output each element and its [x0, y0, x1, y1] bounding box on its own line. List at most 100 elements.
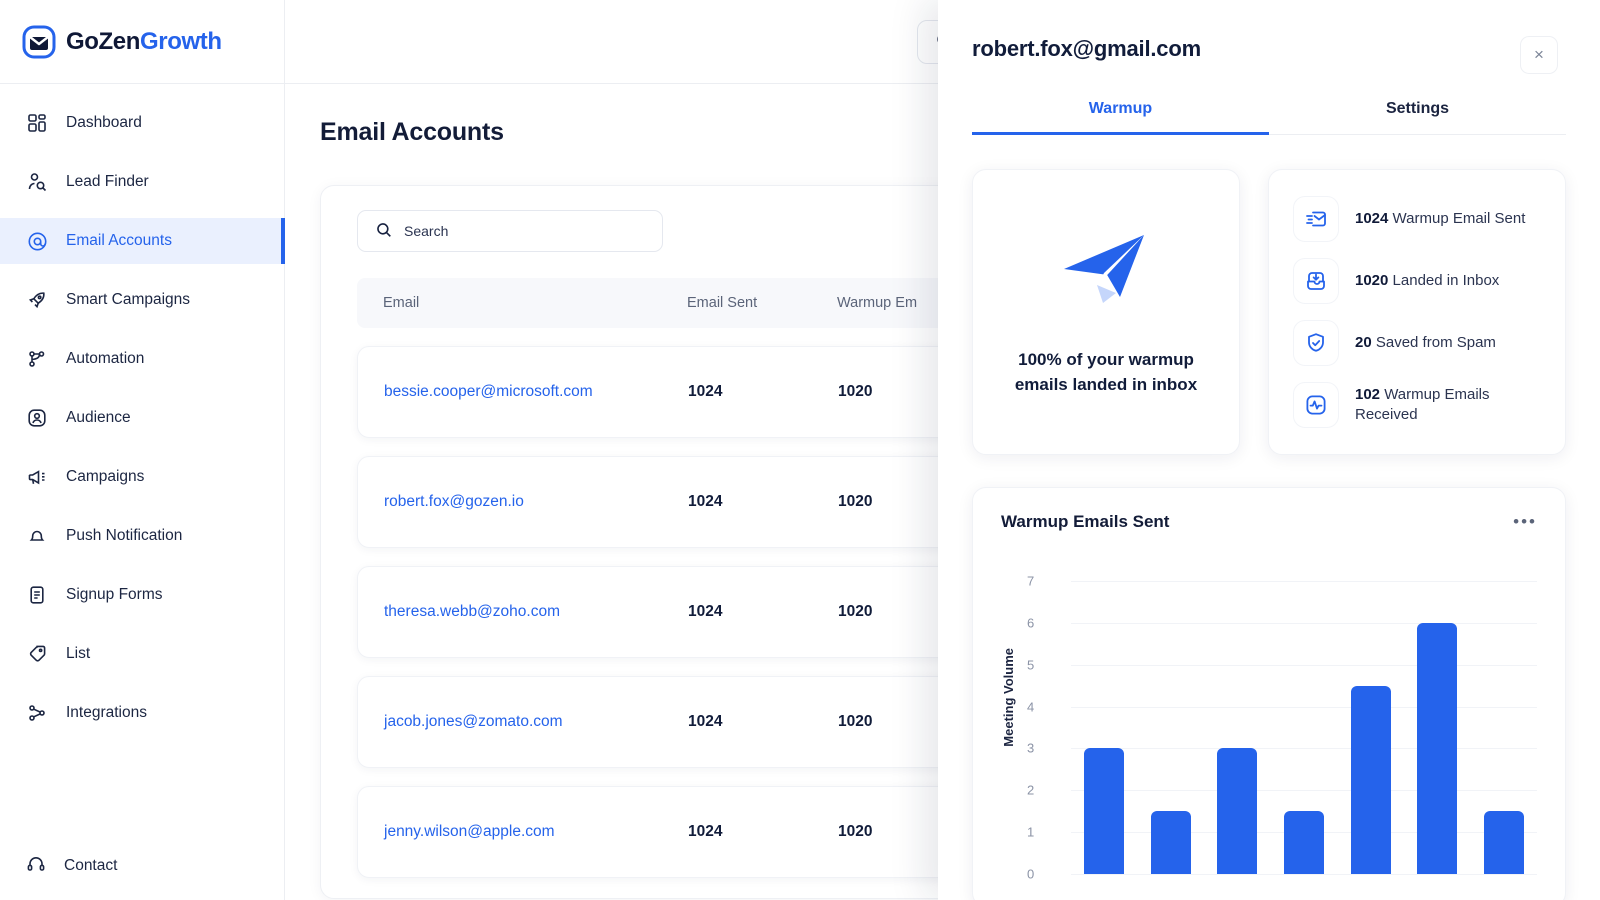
sidebar-item-lead-finder[interactable]: Lead Finder	[0, 159, 284, 205]
chart-y-tick: 7	[1027, 573, 1035, 589]
app-logo[interactable]: GoZenGrowth	[0, 0, 284, 84]
at-sign-icon	[26, 230, 48, 252]
chart-y-tick: 3	[1027, 740, 1035, 756]
sidebar-item-dashboard[interactable]: Dashboard	[0, 100, 284, 146]
chart-y-tick: 4	[1027, 699, 1035, 715]
sidebar-item-label: Audience	[66, 409, 131, 426]
sidebar-item-campaigns[interactable]: Campaigns	[0, 454, 284, 500]
cell-email-sent: 1024	[688, 823, 723, 840]
bell-icon	[26, 525, 48, 547]
cell-email-sent: 1024	[688, 603, 723, 620]
chart-bar[interactable]	[1417, 622, 1458, 874]
drawer-title: robert.fox@gmail.com	[972, 36, 1201, 61]
chart-gridline	[1071, 874, 1537, 875]
stat-value: 20	[1355, 333, 1372, 351]
inbox-rate-caption: 100% of your warmup emails landed in inb…	[1014, 349, 1198, 394]
logo-text-dark: GoZen	[66, 27, 140, 55]
chart-y-tick: 5	[1027, 657, 1035, 673]
chart-bar[interactable]	[1350, 685, 1391, 874]
sidebar-nav: Dashboard Lead Finder Email Accounts Sma…	[0, 84, 285, 736]
chart-bar-cell	[1470, 556, 1537, 874]
sidebar-item-label: Campaigns	[66, 468, 145, 485]
inbox-download-icon	[1293, 258, 1339, 304]
stat-text: 1024 Warmup Email Sent	[1355, 209, 1525, 229]
gozen-logo-icon	[22, 25, 56, 59]
stat-saved-from-spam: 20 Saved from Spam	[1293, 320, 1545, 366]
search-input[interactable]: Search	[357, 210, 663, 252]
cell-email-sent: 1024	[688, 383, 723, 400]
chart-bar-cell	[1071, 556, 1138, 874]
activity-pulse-icon	[1293, 382, 1339, 428]
chart-bars	[1071, 556, 1537, 874]
column-header-email: Email	[383, 295, 420, 311]
logo-text: GoZenGrowth	[66, 28, 222, 56]
chart-options-icon[interactable]: •••	[1513, 512, 1537, 532]
chart-bar[interactable]	[1150, 811, 1191, 874]
chart-y-tick: 2	[1027, 782, 1035, 798]
cell-email[interactable]: jenny.wilson@apple.com	[358, 823, 688, 841]
megaphone-icon	[26, 466, 48, 488]
chart-bar-cell	[1138, 556, 1205, 874]
sidebar-item-integrations[interactable]: Integrations	[0, 690, 284, 736]
sidebar-item-label: Email Accounts	[66, 232, 172, 249]
chart-y-tick: 0	[1027, 866, 1035, 882]
chart-bar[interactable]	[1084, 748, 1125, 874]
sidebar-item-label: Lead Finder	[66, 173, 149, 190]
paper-plane-icon	[1056, 227, 1156, 318]
search-placeholder: Search	[404, 223, 449, 239]
drawer-header: robert.fox@gmail.com ×	[938, 0, 1600, 74]
sidebar-item-push-notification[interactable]: Push Notification	[0, 513, 284, 559]
rocket-icon	[26, 289, 48, 311]
close-icon[interactable]: ×	[1520, 36, 1558, 74]
inbox-rate-card: 100% of your warmup emails landed in inb…	[972, 169, 1240, 455]
stat-label: Saved from Spam	[1375, 333, 1496, 351]
cell-email[interactable]: bessie.cooper@microsoft.com	[358, 383, 688, 401]
cell-email[interactable]: theresa.webb@zoho.com	[358, 603, 688, 621]
stat-warmup-emails-received: 102 Warmup Emails Received	[1293, 382, 1545, 428]
column-header-email-sent: Email Sent	[687, 295, 758, 311]
headset-icon	[26, 854, 46, 879]
stat-label: Warmup Email Sent	[1392, 209, 1526, 227]
sidebar-item-contact[interactable]: Contact	[0, 846, 284, 886]
tab-settings[interactable]: Settings	[1269, 100, 1566, 134]
drawer-tabs: Warmup Settings	[972, 100, 1566, 135]
stat-text: 1020 Landed in Inbox	[1355, 271, 1499, 291]
chart-title: Warmup Emails Sent	[1001, 512, 1170, 531]
sidebar-item-label: Contact	[64, 857, 118, 874]
user-badge-icon	[26, 407, 48, 429]
sidebar-item-label: Signup Forms	[66, 586, 163, 603]
stat-warmup-email-sent: 1024 Warmup Email Sent	[1293, 196, 1545, 242]
sidebar-item-signup-forms[interactable]: Signup Forms	[0, 572, 284, 618]
tab-warmup[interactable]: Warmup	[972, 100, 1269, 135]
sidebar-item-list[interactable]: List	[0, 631, 284, 677]
dashboard-icon	[26, 112, 48, 134]
user-search-icon	[26, 171, 48, 193]
account-detail-drawer: robert.fox@gmail.com × Warmup Settings 1…	[938, 0, 1600, 900]
sidebar: GoZenGrowth Dashboard Lead Finder Email …	[0, 0, 285, 900]
cell-email[interactable]: jacob.jones@zomato.com	[358, 713, 688, 731]
stat-text: 102 Warmup Emails Received	[1355, 385, 1545, 426]
cell-email[interactable]: robert.fox@gozen.io	[358, 493, 688, 511]
chart-y-axis-label: Meeting Volume	[1001, 648, 1016, 747]
warmup-stats-card: 1024 Warmup Email Sent 1020 Landed in In…	[1268, 169, 1566, 455]
stat-value: 1020	[1355, 271, 1389, 289]
chart-bar[interactable]	[1284, 811, 1325, 874]
sidebar-item-smart-campaigns[interactable]: Smart Campaigns	[0, 277, 284, 323]
stat-value: 1024	[1355, 209, 1389, 227]
stat-landed-in-inbox: 1020 Landed in Inbox	[1293, 258, 1545, 304]
summary-cards: 100% of your warmup emails landed in inb…	[938, 135, 1600, 455]
sidebar-item-email-accounts[interactable]: Email Accounts	[0, 218, 285, 264]
chart-y-tick: 1	[1027, 824, 1035, 840]
sidebar-item-label: Push Notification	[66, 527, 183, 544]
chart-plot-area: Meeting Volume 7 6 5 4 3 2 1 0	[1001, 556, 1537, 900]
sidebar-item-label: List	[66, 645, 91, 662]
stat-label: Landed in Inbox	[1392, 271, 1500, 289]
chart-bar[interactable]	[1217, 748, 1258, 874]
sidebar-item-audience[interactable]: Audience	[0, 395, 284, 441]
sidebar-item-automation[interactable]: Automation	[0, 336, 284, 382]
chart-bar-cell	[1204, 556, 1271, 874]
mail-check-icon	[1293, 196, 1339, 242]
chart-bar-cell	[1271, 556, 1338, 874]
chart-bar[interactable]	[1483, 811, 1524, 874]
search-icon	[376, 222, 392, 241]
